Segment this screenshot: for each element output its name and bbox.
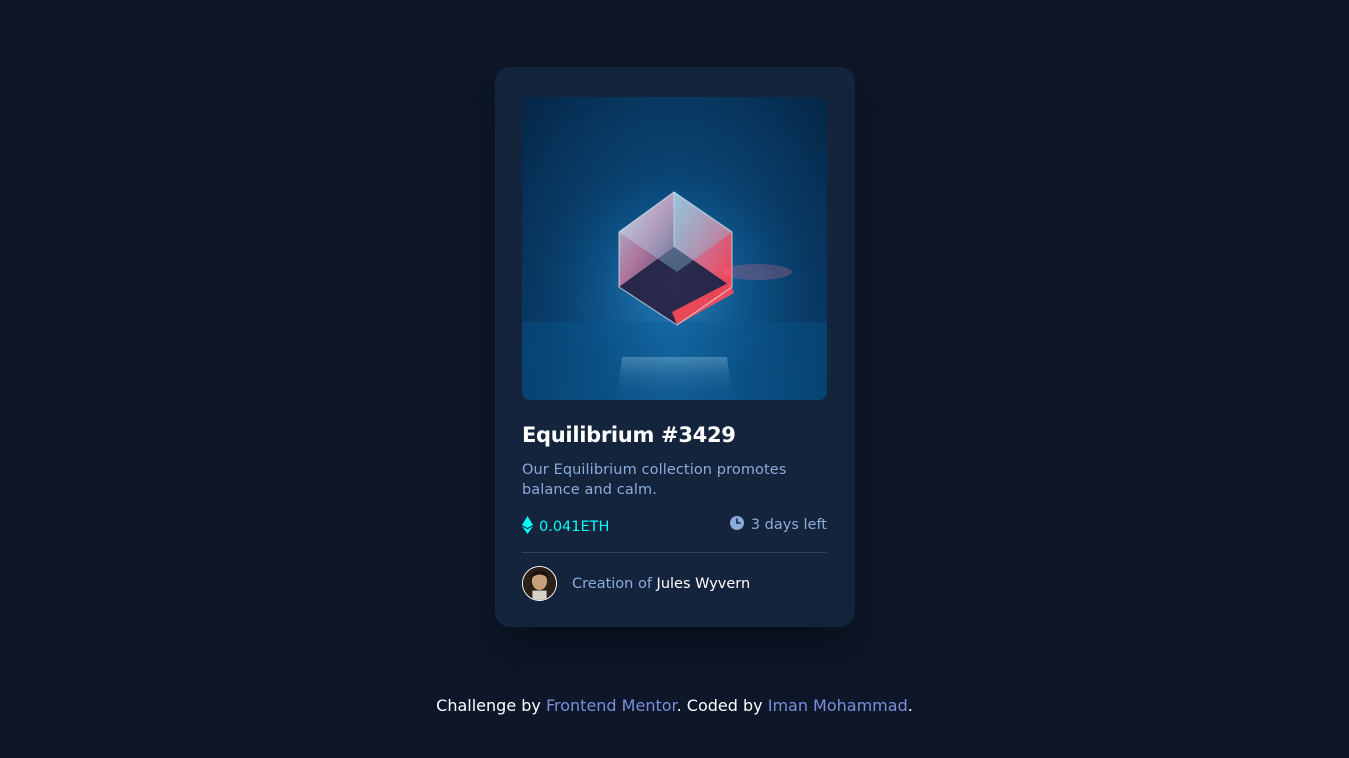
footer-middle: . Coded by <box>676 696 763 715</box>
nft-title[interactable]: Equilibrium #3429 <box>522 423 736 447</box>
nft-card: Equilibrium #3429 Our Equilibrium collec… <box>495 67 855 627</box>
divider <box>522 552 827 553</box>
creator-name[interactable]: Jules Wyvern <box>657 576 751 592</box>
equilibrium-cube-image <box>522 97 827 400</box>
ethereum-icon <box>522 516 533 538</box>
nft-stats: 0.041ETH 3 days left <box>522 516 827 536</box>
footer-suffix: . <box>907 696 913 715</box>
clock-icon <box>729 516 744 534</box>
frontend-mentor-link[interactable]: Frontend Mentor <box>546 696 677 715</box>
footer-prefix: Challenge by <box>436 696 541 715</box>
nft-description: Our Equilibrium collection promotes bala… <box>522 462 787 498</box>
creator-prefix: Creation of <box>572 575 652 592</box>
price-value: 0.041ETH <box>539 519 610 535</box>
price-badge: 0.041ETH <box>522 516 609 538</box>
attribution-footer: Challenge by Frontend Mentor. Coded by I… <box>0 696 1349 715</box>
creator-row: Creation of Jules Wyvern <box>522 566 750 601</box>
avatar <box>522 566 557 601</box>
creator-credit: Creation of Jules Wyvern <box>572 576 750 592</box>
nft-image[interactable] <box>522 97 827 400</box>
time-left: 3 days left <box>729 516 827 534</box>
time-left-value: 3 days left <box>750 517 827 533</box>
author-link[interactable]: Iman Mohammad <box>768 696 908 715</box>
